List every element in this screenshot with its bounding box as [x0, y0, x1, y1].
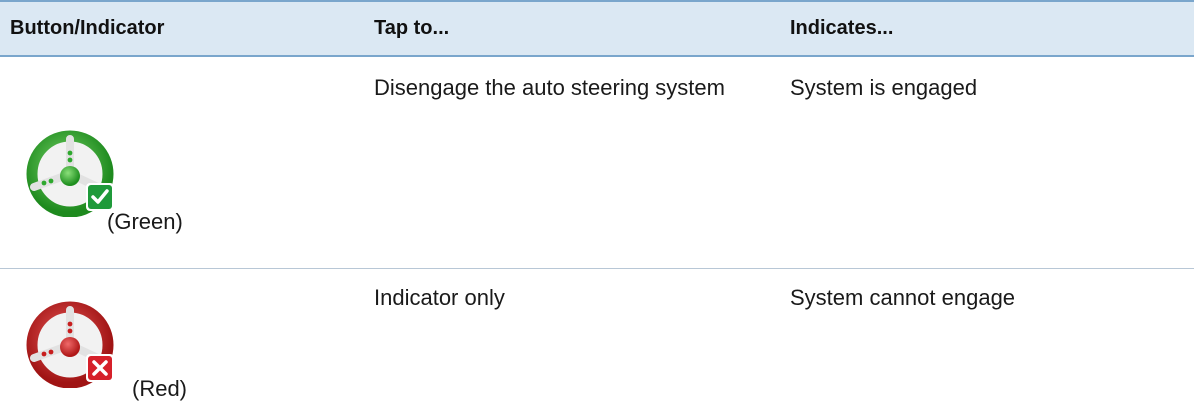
indicates-text: System is engaged — [790, 75, 978, 100]
icon-caption: (Red) — [132, 376, 188, 401]
header-button-indicator: Button/Indicator — [10, 17, 165, 39]
icon-caption: (Green) — [107, 209, 183, 234]
steering-wheel-cannot-engage-icon — [20, 300, 124, 393]
tap-action-text: Indicator only — [374, 285, 505, 310]
header-indicates: Indicates... — [790, 17, 894, 39]
tap-action-text: Disengage the auto steering system — [374, 75, 725, 100]
table-header: Button/Indicator Tap to... Indicates... — [0, 0, 1194, 57]
indicates-text: System cannot engage — [790, 285, 1016, 310]
header-tap-to: Tap to... — [374, 17, 450, 39]
table-row: (Red) Indicator only System cannot engag… — [0, 269, 1194, 418]
table-row: (Green) Disengage the auto steering syst… — [0, 57, 1194, 269]
